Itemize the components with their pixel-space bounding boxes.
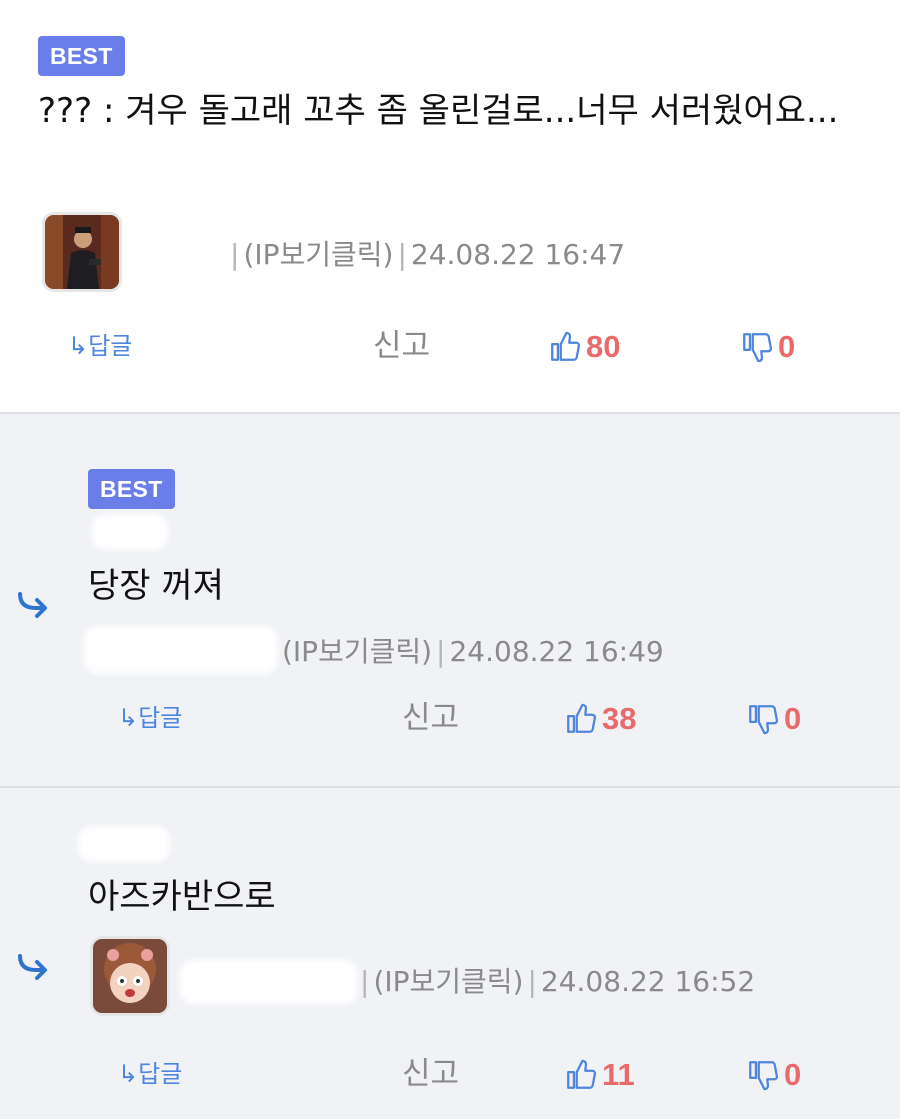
masked-username	[132, 230, 224, 274]
masked-username	[180, 960, 358, 1004]
dislike-button[interactable]: 0	[746, 696, 801, 741]
like-button[interactable]: 38	[564, 696, 636, 741]
dislike-count: 0	[784, 1056, 802, 1092]
best-badge: BEST	[88, 469, 175, 509]
avatar-image	[93, 939, 167, 1013]
reply-button[interactable]: ↳답글	[118, 698, 182, 738]
like-count: 11	[602, 1056, 635, 1092]
avatar[interactable]	[42, 212, 122, 292]
reply-indent-arrow-icon	[18, 592, 47, 618]
comment-2: BEST 당장 꺼져 (IP보기클릭) | 24.08.22 16:49 ↳답글 신…	[0, 414, 900, 786]
avatar-image	[45, 215, 119, 289]
report-button[interactable]: 신고	[402, 1052, 459, 1096]
comment-date: 24.08.22 16:47	[410, 238, 626, 271]
like-button[interactable]: 11	[564, 1052, 635, 1097]
like-count: 80	[586, 328, 621, 364]
reply-arrow-icon: ↳	[118, 704, 139, 732]
masked-username-top	[92, 514, 168, 550]
thumbs-down-icon	[749, 704, 779, 734]
ip-view-link[interactable]: (IP보기클릭)	[243, 238, 393, 271]
thumbs-down-icon	[743, 332, 773, 362]
like-button[interactable]: 80	[548, 324, 620, 369]
report-button[interactable]: 신고	[402, 696, 459, 740]
thumbs-up-icon	[567, 1059, 597, 1089]
thumbs-up-icon	[551, 331, 581, 361]
comment-date: 24.08.22 16:49	[449, 635, 664, 668]
reply-button[interactable]: ↳답글	[68, 326, 132, 366]
thumbs-down-icon	[749, 1060, 779, 1090]
masked-username	[84, 626, 278, 674]
ip-view-link[interactable]: (IP보기클릭)	[373, 965, 523, 998]
reply-arrow-icon: ↳	[68, 332, 89, 360]
masked-username-top	[78, 826, 170, 862]
comment-date: 24.08.22 16:52	[540, 965, 756, 998]
dislike-count: 0	[784, 700, 802, 736]
dislike-count: 0	[778, 328, 796, 364]
reply-button[interactable]: ↳답글	[118, 1054, 182, 1094]
avatar[interactable]	[90, 936, 170, 1016]
like-count: 38	[602, 700, 637, 736]
comment-meta: (IP보기클릭) | 24.08.22 16:49	[282, 635, 664, 668]
reply-arrow-icon: ↳	[118, 1060, 139, 1088]
dislike-button[interactable]: 0	[746, 1052, 801, 1097]
comment-meta: | (IP보기클릭) | 24.08.22 16:52	[360, 965, 756, 998]
dislike-button[interactable]: 0	[740, 324, 795, 369]
report-button[interactable]: 신고	[373, 324, 430, 368]
comment-1: BEST ??? : 겨우 돌고래 꼬추 좀 올린걸로...너무 서러웠어요..…	[0, 0, 900, 412]
reply-indent-arrow-icon	[18, 954, 47, 980]
best-badge: BEST	[38, 36, 125, 76]
comment-text: 아즈카반으로	[88, 877, 276, 917]
thumbs-up-icon	[567, 703, 597, 733]
comment-meta: | (IP보기클릭) | 24.08.22 16:47	[230, 238, 626, 271]
comment-3: 아즈카반으로 | (IP보기클릭) | 24.08.22 16:52 ↳답글 신고 1…	[0, 788, 900, 1119]
ip-view-link[interactable]: (IP보기클릭)	[282, 635, 432, 668]
comment-text: 당장 꺼져	[88, 566, 224, 606]
comment-text: ??? : 겨우 돌고래 꼬추 좀 올린걸로...너무 서러웠어요...	[38, 91, 839, 131]
